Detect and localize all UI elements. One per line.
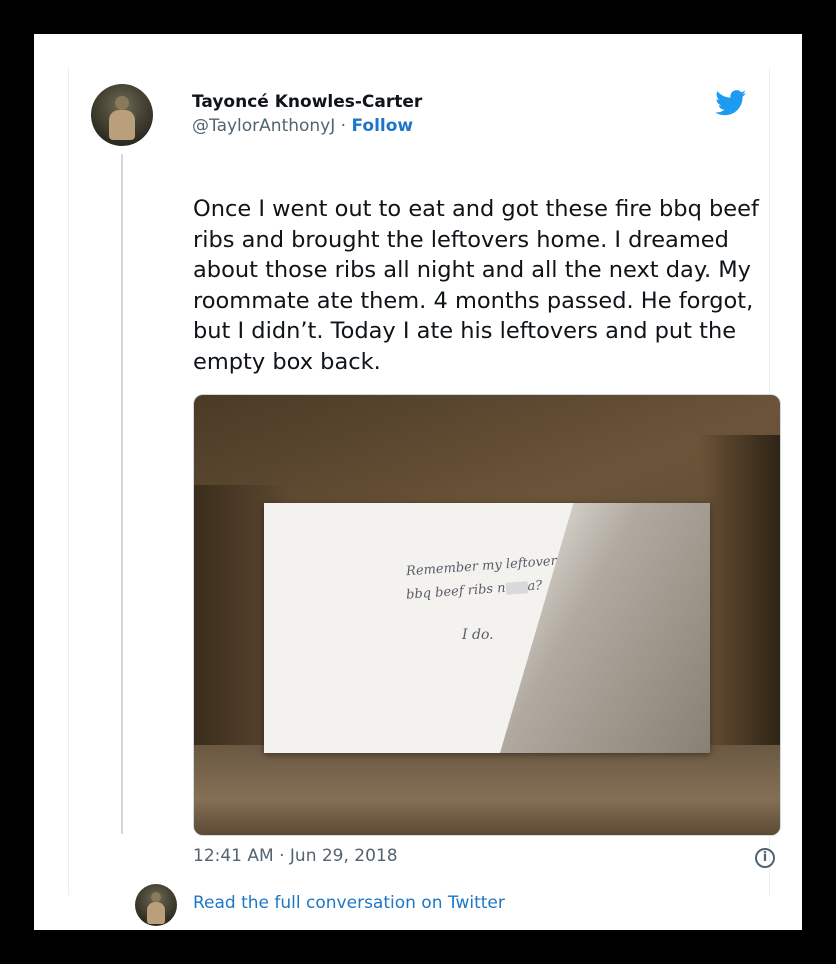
author-name[interactable]: Tayoncé Knowles-Carter (192, 92, 422, 112)
note-line-3: I do. (462, 627, 494, 643)
note-line-2-start: bbq beef ribs n (405, 580, 507, 603)
info-icon[interactable]: i (755, 848, 775, 868)
author-handle[interactable]: @TaylorAnthonyJ (192, 116, 335, 136)
twitter-bird-icon[interactable] (715, 90, 747, 116)
embed-card: Tayoncé Knowles-Carter @TaylorAnthonyJ ·… (34, 34, 802, 930)
box-bottom (194, 745, 780, 835)
author-handle-row: @TaylorAnthonyJ · Follow (192, 116, 413, 136)
tweet-timestamp[interactable]: 12:41 AM · Jun 29, 2018 (193, 846, 398, 866)
separator-dot: · (340, 116, 347, 136)
follow-button[interactable]: Follow (351, 116, 413, 136)
tweet-embed: Tayoncé Knowles-Carter @TaylorAnthonyJ ·… (68, 68, 781, 926)
note-shadow (500, 503, 710, 753)
author-avatar-small[interactable] (135, 884, 177, 926)
author-avatar[interactable] (91, 84, 153, 146)
thread-line (121, 154, 123, 834)
note-line-2: bbq beef ribs n a? (406, 578, 543, 602)
handwritten-note: Remember my leftover bbq beef ribs n a? I… (264, 503, 710, 753)
tweet-photo[interactable]: Remember my leftover bbq beef ribs n a? I… (193, 394, 781, 836)
read-full-conversation-link[interactable]: Read the full conversation on Twitter (193, 893, 505, 913)
note-line-2-end: a? (526, 578, 543, 595)
box-flap-right (700, 435, 780, 765)
redaction-blur (505, 580, 528, 595)
note-line-1: Remember my leftover (405, 553, 558, 580)
tweet-text: Once I went out to eat and got these fir… (193, 196, 759, 375)
